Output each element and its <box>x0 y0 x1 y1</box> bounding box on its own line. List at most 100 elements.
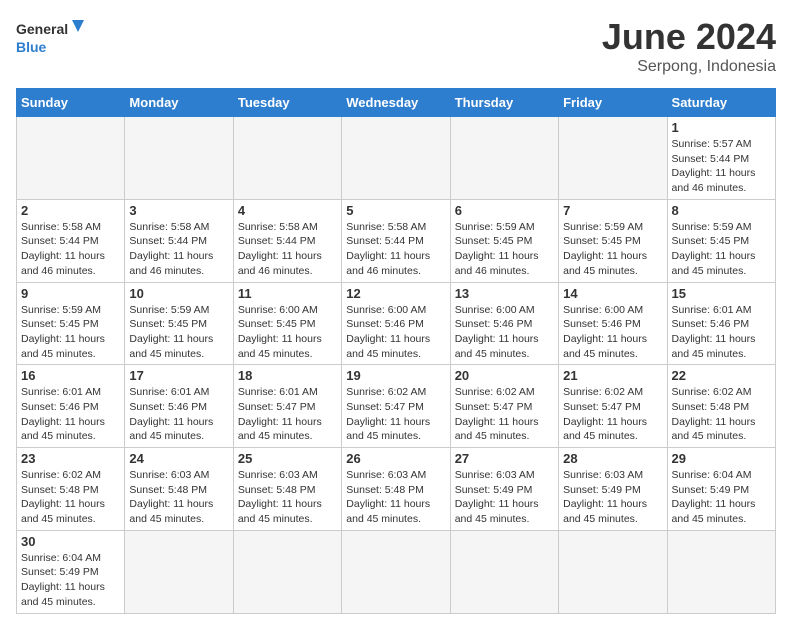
calendar-table: SundayMondayTuesdayWednesdayThursdayFrid… <box>16 88 776 614</box>
day-number: 10 <box>129 286 228 301</box>
calendar-cell: 28 Sunrise: 6:03 AM Sunset: 5:49 PM Dayli… <box>559 448 667 531</box>
day-info: Sunrise: 5:59 AM Sunset: 5:45 PM Dayligh… <box>672 220 771 279</box>
day-info: Sunrise: 6:01 AM Sunset: 5:46 PM Dayligh… <box>21 385 120 444</box>
calendar-cell: 18Sunrise: 6:01 AM Sunset: 5:47 PM Dayli… <box>233 365 341 448</box>
calendar-cell: 3Sunrise: 5:58 AM Sunset: 5:44 PM Daylig… <box>125 199 233 282</box>
day-number: 24 <box>129 451 228 466</box>
calendar-cell: 1Sunrise: 5:57 AM Sunset: 5:44 PM Daylig… <box>667 117 775 200</box>
calendar-cell: 8 Sunrise: 5:59 AM Sunset: 5:45 PM Daylig… <box>667 199 775 282</box>
col-header-friday: Friday <box>559 89 667 117</box>
calendar-cell: 21Sunrise: 6:02 AM Sunset: 5:47 PM Dayli… <box>559 365 667 448</box>
day-number: 4 <box>238 203 337 218</box>
calendar-cell: 27 Sunrise: 6:03 AM Sunset: 5:49 PM Dayli… <box>450 448 558 531</box>
calendar-cell: 22 Sunrise: 6:02 AM Sunset: 5:48 PM Dayli… <box>667 365 775 448</box>
calendar-cell <box>667 530 775 613</box>
calendar-cell: 4Sunrise: 5:58 AM Sunset: 5:44 PM Daylig… <box>233 199 341 282</box>
day-info: Sunrise: 6:03 AM Sunset: 5:48 PM Dayligh… <box>238 468 337 527</box>
day-number: 2 <box>21 203 120 218</box>
day-number: 25 <box>238 451 337 466</box>
day-number: 30 <box>21 534 120 549</box>
calendar-cell: 17 Sunrise: 6:01 AM Sunset: 5:46 PM Dayli… <box>125 365 233 448</box>
day-info: Sunrise: 6:03 AM Sunset: 5:48 PM Dayligh… <box>346 468 445 527</box>
day-number: 27 <box>455 451 554 466</box>
calendar-cell: 29Sunrise: 6:04 AM Sunset: 5:49 PM Dayli… <box>667 448 775 531</box>
calendar-cell <box>233 117 341 200</box>
day-number: 6 <box>455 203 554 218</box>
calendar-cell: 19 Sunrise: 6:02 AM Sunset: 5:47 PM Dayli… <box>342 365 450 448</box>
calendar-header-row: SundayMondayTuesdayWednesdayThursdayFrid… <box>17 89 776 117</box>
calendar-week-5: 23Sunrise: 6:02 AM Sunset: 5:48 PM Dayli… <box>17 448 776 531</box>
day-info: Sunrise: 5:59 AM Sunset: 5:45 PM Dayligh… <box>455 220 554 279</box>
day-number: 3 <box>129 203 228 218</box>
day-info: Sunrise: 6:00 AM Sunset: 5:46 PM Dayligh… <box>563 303 662 362</box>
calendar-cell <box>233 530 341 613</box>
calendar-cell: 11 Sunrise: 6:00 AM Sunset: 5:45 PM Dayli… <box>233 282 341 365</box>
day-number: 20 <box>455 368 554 383</box>
calendar-cell <box>450 530 558 613</box>
day-number: 9 <box>21 286 120 301</box>
day-number: 1 <box>672 120 771 135</box>
day-info: Sunrise: 6:03 AM Sunset: 5:49 PM Dayligh… <box>455 468 554 527</box>
header: General Blue June 2024 Serpong, Indonesi… <box>16 16 776 76</box>
day-number: 8 <box>672 203 771 218</box>
col-header-tuesday: Tuesday <box>233 89 341 117</box>
calendar-week-1: 1Sunrise: 5:57 AM Sunset: 5:44 PM Daylig… <box>17 117 776 200</box>
calendar-week-3: 9 Sunrise: 5:59 AM Sunset: 5:45 PM Daylig… <box>17 282 776 365</box>
day-info: Sunrise: 6:02 AM Sunset: 5:47 PM Dayligh… <box>455 385 554 444</box>
logo: General Blue <box>16 16 86 61</box>
day-info: Sunrise: 6:04 AM Sunset: 5:49 PM Dayligh… <box>672 468 771 527</box>
calendar-cell: 25 Sunrise: 6:03 AM Sunset: 5:48 PM Dayli… <box>233 448 341 531</box>
day-info: Sunrise: 5:59 AM Sunset: 5:45 PM Dayligh… <box>563 220 662 279</box>
calendar-cell: 14Sunrise: 6:00 AM Sunset: 5:46 PM Dayli… <box>559 282 667 365</box>
day-info: Sunrise: 6:01 AM Sunset: 5:47 PM Dayligh… <box>238 385 337 444</box>
day-number: 15 <box>672 286 771 301</box>
day-info: Sunrise: 6:02 AM Sunset: 5:47 PM Dayligh… <box>346 385 445 444</box>
day-number: 28 <box>563 451 662 466</box>
calendar-cell: 9 Sunrise: 5:59 AM Sunset: 5:45 PM Daylig… <box>17 282 125 365</box>
day-info: Sunrise: 6:00 AM Sunset: 5:45 PM Dayligh… <box>238 303 337 362</box>
calendar-week-4: 16Sunrise: 6:01 AM Sunset: 5:46 PM Dayli… <box>17 365 776 448</box>
day-info: Sunrise: 6:01 AM Sunset: 5:46 PM Dayligh… <box>672 303 771 362</box>
day-number: 22 <box>672 368 771 383</box>
svg-text:Blue: Blue <box>16 39 47 55</box>
calendar-cell <box>450 117 558 200</box>
svg-text:General: General <box>16 21 68 37</box>
day-info: Sunrise: 6:01 AM Sunset: 5:46 PM Dayligh… <box>129 385 228 444</box>
day-info: Sunrise: 5:59 AM Sunset: 5:45 PM Dayligh… <box>21 303 120 362</box>
calendar-cell: 7 Sunrise: 5:59 AM Sunset: 5:45 PM Daylig… <box>559 199 667 282</box>
day-number: 23 <box>21 451 120 466</box>
calendar-cell <box>342 117 450 200</box>
calendar-cell: 13Sunrise: 6:00 AM Sunset: 5:46 PM Dayli… <box>450 282 558 365</box>
day-info: Sunrise: 5:59 AM Sunset: 5:45 PM Dayligh… <box>129 303 228 362</box>
calendar-cell: 24 Sunrise: 6:03 AM Sunset: 5:48 PM Dayli… <box>125 448 233 531</box>
col-header-thursday: Thursday <box>450 89 558 117</box>
calendar-cell: 15 Sunrise: 6:01 AM Sunset: 5:46 PM Dayli… <box>667 282 775 365</box>
logo-svg: General Blue <box>16 16 86 61</box>
col-header-sunday: Sunday <box>17 89 125 117</box>
day-number: 19 <box>346 368 445 383</box>
day-number: 21 <box>563 368 662 383</box>
calendar-cell: 23Sunrise: 6:02 AM Sunset: 5:48 PM Dayli… <box>17 448 125 531</box>
day-info: Sunrise: 6:03 AM Sunset: 5:49 PM Dayligh… <box>563 468 662 527</box>
day-number: 17 <box>129 368 228 383</box>
day-number: 7 <box>563 203 662 218</box>
day-number: 13 <box>455 286 554 301</box>
day-info: Sunrise: 6:02 AM Sunset: 5:48 PM Dayligh… <box>672 385 771 444</box>
calendar-cell <box>125 117 233 200</box>
month-title: June 2024 <box>602 16 776 58</box>
calendar-cell: 6 Sunrise: 5:59 AM Sunset: 5:45 PM Daylig… <box>450 199 558 282</box>
day-number: 11 <box>238 286 337 301</box>
calendar-cell <box>559 530 667 613</box>
col-header-wednesday: Wednesday <box>342 89 450 117</box>
day-info: Sunrise: 6:04 AM Sunset: 5:49 PM Dayligh… <box>21 551 120 610</box>
day-info: Sunrise: 6:03 AM Sunset: 5:48 PM Dayligh… <box>129 468 228 527</box>
col-header-saturday: Saturday <box>667 89 775 117</box>
calendar-cell: 10 Sunrise: 5:59 AM Sunset: 5:45 PM Dayli… <box>125 282 233 365</box>
calendar-cell: 20 Sunrise: 6:02 AM Sunset: 5:47 PM Dayli… <box>450 365 558 448</box>
calendar-cell: 30 Sunrise: 6:04 AM Sunset: 5:49 PM Dayli… <box>17 530 125 613</box>
title-area: June 2024 Serpong, Indonesia <box>602 16 776 76</box>
day-number: 26 <box>346 451 445 466</box>
calendar-week-2: 2Sunrise: 5:58 AM Sunset: 5:44 PM Daylig… <box>17 199 776 282</box>
calendar-cell <box>559 117 667 200</box>
calendar-cell <box>125 530 233 613</box>
